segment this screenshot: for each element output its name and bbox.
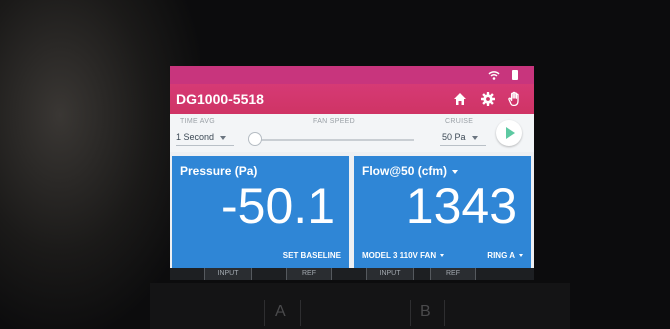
channel-b-mode-select[interactable]: Flow@50 (cfm) [362,164,459,178]
app-bar: DG1000-5518 [170,84,534,114]
home-icon[interactable] [452,91,468,107]
fan-speed-label: FAN SPEED [313,118,355,125]
start-button[interactable] [496,120,522,146]
time-avg-label: TIME AVG [180,118,215,125]
chevron-down-icon [519,254,523,258]
device-select[interactable]: MODEL 3 110V FAN [362,251,445,260]
tab-b-ref[interactable]: REF [430,268,476,280]
port-divider [410,300,411,326]
port-divider [264,300,265,326]
cruise-underline [440,145,486,146]
port-divider [444,300,445,326]
time-avg-select[interactable]: 1 Second [176,132,227,142]
fan-speed-slider-track[interactable] [252,139,414,141]
port-b-label: B [420,303,431,320]
chevron-down-icon [452,169,459,174]
tab-a-input[interactable]: INPUT [204,268,252,280]
status-bar [170,66,534,84]
device-bezel-bottom [150,283,570,329]
chevron-down-icon [440,254,445,258]
channel-a-panel[interactable]: Pressure (Pa) -50.1 SET BASELINE [172,156,349,268]
time-avg-value: 1 Second [176,132,215,142]
wifi-icon [488,71,500,80]
fan-speed-slider-thumb[interactable] [248,132,262,146]
port-a-label: A [275,303,286,320]
play-icon [506,127,515,139]
set-baseline-button[interactable]: SET BASELINE [283,251,341,260]
ring-select[interactable]: RING A [487,251,523,260]
hand-icon[interactable] [506,91,522,107]
control-bar: TIME AVG 1 Second FAN SPEED CRUISE 50 Pa [170,114,534,152]
channel-a-title: Pressure (Pa) [180,164,258,178]
tab-b-input[interactable]: INPUT [366,268,414,280]
cruise-select[interactable]: 50 Pa [442,132,478,142]
channel-a-reading: -50.1 [221,178,335,234]
cruise-label: CRUISE [445,118,474,125]
gear-icon[interactable] [480,91,496,107]
channel-b-reading: 1343 [405,178,517,234]
chevron-down-icon [471,135,478,140]
chevron-down-icon [220,135,227,140]
port-divider [300,300,301,326]
channel-b-title: Flow@50 (cfm) [362,164,448,178]
ring-label: RING A [487,251,515,260]
cruise-value: 50 Pa [442,132,466,142]
battery-icon [512,70,518,80]
channel-b-panel[interactable]: Flow@50 (cfm) 1343 MODEL 3 110V FAN RING… [354,156,531,268]
tab-a-ref[interactable]: REF [286,268,332,280]
time-avg-underline [176,145,234,146]
channel-tabs: INPUT REF INPUT REF [170,268,534,280]
device-title: DG1000-5518 [176,91,264,107]
device-screen: DG1000-5518 TIME AVG 1 Second FAN SPEED [170,66,534,280]
device-label: MODEL 3 110V FAN [362,251,437,260]
